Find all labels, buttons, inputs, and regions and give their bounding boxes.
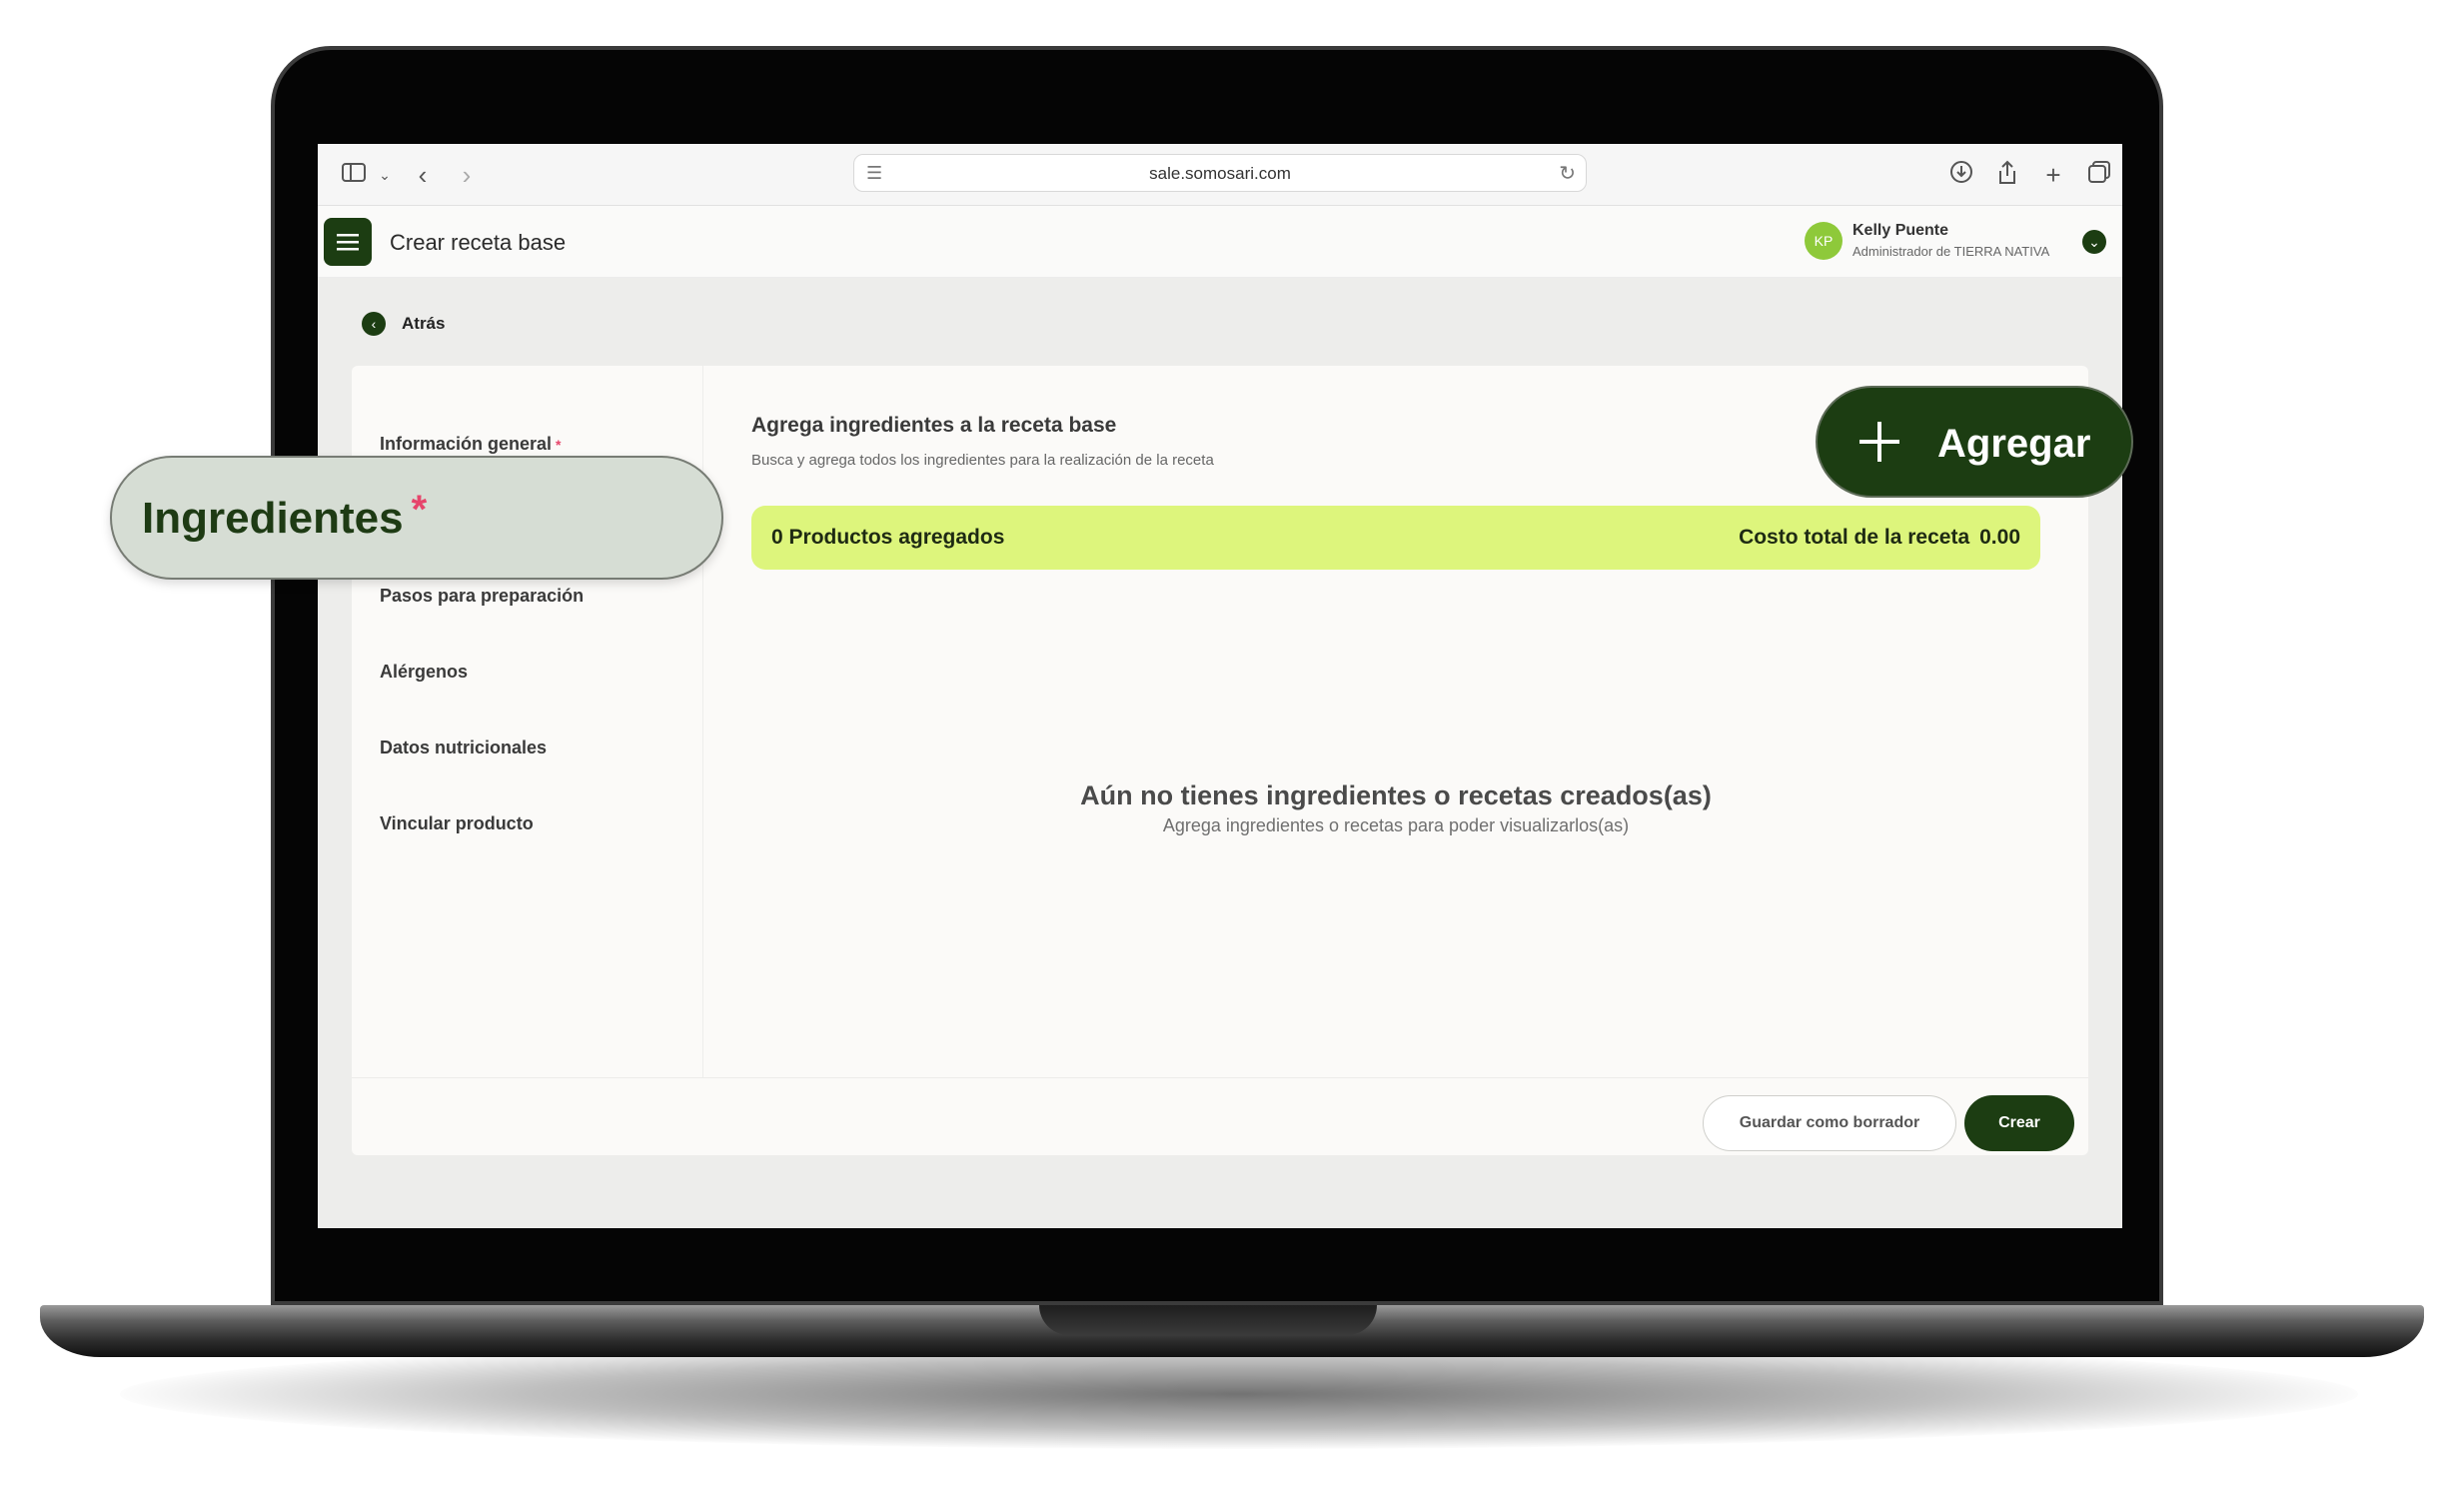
nav-item-allergens[interactable]: Alérgenos <box>380 662 468 683</box>
new-tab-icon[interactable]: + <box>2038 160 2068 190</box>
url-text: sale.somosari.com <box>1149 164 1291 183</box>
required-asterisk: * <box>556 437 562 453</box>
empty-state-title: Aún no tienes ingredientes o recetas cre… <box>1080 780 1712 810</box>
tabs-overview-icon[interactable] <box>2084 160 2114 190</box>
chevron-down-icon[interactable]: ⌄ <box>370 160 400 190</box>
ingredients-callout[interactable]: Ingredientes * <box>110 456 723 580</box>
app-header: Crear receta base KP Kelly Puente Admini… <box>318 206 2122 278</box>
add-ingredient-button[interactable]: Agregar <box>1816 386 2133 498</box>
user-menu-chevron-icon[interactable]: ⌄ <box>2082 230 2106 254</box>
back-arrow-icon[interactable]: ‹ <box>408 160 438 190</box>
nav-item-preparation-steps[interactable]: Pasos para preparación <box>380 586 584 607</box>
user-name: Kelly Puente <box>1852 222 1949 239</box>
empty-state-subtitle: Agrega ingredientes o recetas para poder… <box>1162 815 1630 835</box>
chevron-left-icon: ‹ <box>362 312 386 336</box>
nav-item-link-product[interactable]: Vincular producto <box>380 813 534 834</box>
nav-item-nutrition-data[interactable]: Datos nutricionales <box>380 738 547 758</box>
browser-toolbar: ⌄ ‹ › ☰ sale.somosari.com ↻ + <box>318 144 2122 206</box>
nav-item-label: Información general <box>380 434 553 454</box>
total-cost-value: 0.00 <box>1979 526 2020 549</box>
download-icon[interactable] <box>1946 160 1976 190</box>
page-title: Crear receta base <box>390 230 567 255</box>
plus-icon <box>1857 406 1901 479</box>
address-bar[interactable]: ☰ sale.somosari.com ↻ <box>853 154 1587 192</box>
total-cost: Costo total de la receta 0.00 <box>1739 526 2020 550</box>
footer-divider <box>352 1077 2088 1078</box>
forward-arrow-icon[interactable]: › <box>452 160 482 190</box>
user-role: Administrador de TIERRA NATIVA <box>1852 244 2050 259</box>
stage: ⌄ ‹ › ☰ sale.somosari.com ↻ + Crear rece… <box>0 0 2464 1511</box>
section-subtitle: Busca y agrega todos los ingredientes pa… <box>751 452 1214 469</box>
sidebar-toggle-icon[interactable] <box>340 160 370 190</box>
total-cost-label: Costo total de la receta <box>1739 526 1970 549</box>
save-draft-button[interactable]: Guardar como borrador <box>1703 1095 1956 1151</box>
products-added-count: 0 Productos agregados <box>771 526 1005 549</box>
nav-item-general-info[interactable]: Información general * <box>380 434 562 455</box>
section-title: Agrega ingredientes a la receta base <box>751 414 1117 437</box>
create-button[interactable]: Crear <box>1964 1095 2074 1151</box>
add-button-label: Agregar <box>1937 422 2091 466</box>
laptop-notch <box>1039 1305 1377 1335</box>
share-icon[interactable] <box>1992 160 2022 190</box>
avatar[interactable]: KP <box>1805 222 1843 260</box>
back-label: Atrás <box>402 314 446 333</box>
screen: ⌄ ‹ › ☰ sale.somosari.com ↻ + Crear rece… <box>318 144 2122 1228</box>
reload-icon[interactable]: ↻ <box>1559 161 1576 186</box>
hamburger-menu-button[interactable] <box>324 218 372 266</box>
recipe-summary-bar: 0 Productos agregados Costo total de la … <box>751 506 2040 570</box>
ingredients-callout-label: Ingredientes * <box>142 488 428 543</box>
